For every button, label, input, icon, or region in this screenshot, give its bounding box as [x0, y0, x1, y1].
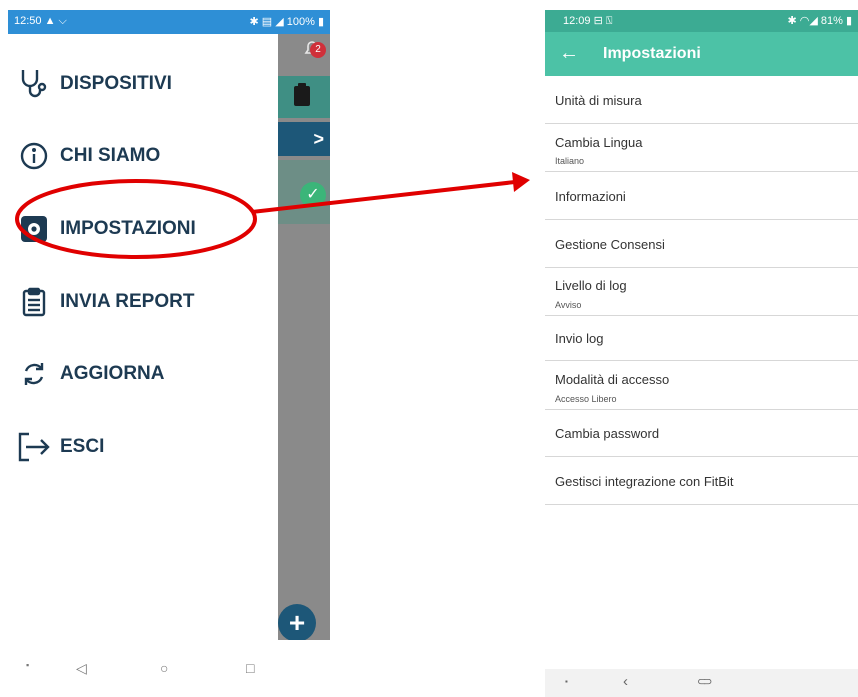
- system-navigation-bar: ▪ ‹ ⊂⊃: [545, 669, 858, 697]
- home-nav-button[interactable]: ⊂⊃: [697, 675, 713, 688]
- setting-informazioni[interactable]: Informazioni: [545, 172, 858, 220]
- setting-value: Avviso: [555, 300, 582, 310]
- notification-badge: 2: [310, 42, 326, 58]
- setting-title: Informazioni: [555, 189, 626, 204]
- setting-fitbit-integration[interactable]: Gestisci integrazione con FitBit: [545, 457, 858, 505]
- info-icon: [16, 138, 52, 174]
- status-indicators: ✱ ▤ ◢ 100% ▮: [249, 16, 324, 28]
- menu-item-esci[interactable]: ESCI: [16, 427, 104, 467]
- setting-invio-log[interactable]: Invio log: [545, 316, 858, 361]
- arrowhead-icon: [512, 172, 530, 192]
- app-bar: ← Impostazioni: [545, 32, 858, 76]
- setting-title: Cambia Lingua: [555, 135, 643, 150]
- back-nav-button[interactable]: ◁: [76, 660, 87, 677]
- menu-item-label: ESCI: [60, 436, 105, 457]
- setting-livello-di-log[interactable]: Livello di log Avviso: [545, 268, 858, 316]
- clipboard-icon[interactable]: [292, 82, 312, 108]
- home-nav-button[interactable]: ○: [160, 660, 168, 676]
- refresh-icon: [16, 356, 52, 392]
- right-phone-screen: 12:09 ⊟ ⍂ ✱ ◠◢ 81% ▮ ← Impostazioni Unit…: [545, 0, 858, 697]
- menu-item-impostazioni[interactable]: IMPOSTAZIONI: [16, 209, 196, 249]
- menu-item-label: IMPOSTAZIONI: [60, 218, 196, 239]
- setting-title: Gestisci integrazione con FitBit: [555, 474, 734, 489]
- chevron-right-icon[interactable]: >: [313, 129, 324, 150]
- setting-title: Unità di misura: [555, 93, 642, 108]
- add-button[interactable]: +: [278, 604, 316, 642]
- nav-dot: ▪: [565, 677, 568, 686]
- menu-item-invia-report[interactable]: INVIA REPORT: [16, 282, 194, 322]
- setting-modalita-di-accesso[interactable]: Modalità di accesso Accesso Libero: [545, 361, 858, 410]
- menu-item-label: AGGIORNA: [60, 363, 165, 384]
- system-navigation-bar: ▪ ◁ ○ □: [8, 640, 330, 697]
- menu-item-label: DISPOSITIVI: [60, 73, 172, 94]
- menu-item-label: CHI SIAMO: [60, 145, 161, 166]
- status-indicators: ✱ ◠◢ 81% ▮: [787, 15, 852, 27]
- logout-icon: [16, 429, 52, 465]
- menu-item-label: INVIA REPORT: [60, 291, 195, 312]
- menu-item-chi-siamo[interactable]: CHI SIAMO: [16, 136, 160, 176]
- recents-nav-button[interactable]: □: [246, 660, 254, 676]
- status-time: 12:09 ⊟ ⍂: [563, 15, 613, 27]
- setting-title: Gestione Consensi: [555, 237, 665, 252]
- background-app-content: 2 > ✓ +: [278, 34, 330, 642]
- menu-item-aggiorna[interactable]: AGGIORNA: [16, 354, 165, 394]
- left-phone-screen: 12:50 ▲ ⌵ ✱ ▤ ◢ 100% ▮ 2 > ✓ + DISPOSITI…: [8, 10, 330, 697]
- setting-cambia-lingua[interactable]: Cambia Lingua Italiano: [545, 124, 858, 172]
- navigation-drawer: DISPOSITIVI CHI SIAMO IMPOSTAZIONI INVIA…: [8, 34, 278, 640]
- check-icon: ✓: [300, 182, 326, 208]
- setting-title: Livello di log: [555, 278, 627, 293]
- clipboard-icon: [16, 284, 52, 320]
- setting-title: Invio log: [555, 331, 604, 346]
- setting-value: Accesso Libero: [555, 394, 617, 404]
- setting-unita-di-misura[interactable]: Unità di misura: [545, 76, 858, 124]
- status-bar: 12:09 ⊟ ⍂ ✱ ◠◢ 81% ▮: [545, 10, 858, 32]
- setting-title: Modalità di accesso: [555, 372, 670, 387]
- nav-dot: ▪: [26, 660, 30, 670]
- status-bar: 12:50 ▲ ⌵ ✱ ▤ ◢ 100% ▮: [8, 10, 330, 34]
- back-nav-button[interactable]: ‹: [623, 673, 628, 690]
- status-time: 12:50 ▲ ⌵: [14, 15, 67, 27]
- page-title: Impostazioni: [603, 45, 701, 62]
- setting-value: Italiano: [555, 156, 585, 166]
- setting-gestione-consensi[interactable]: Gestione Consensi: [545, 220, 858, 268]
- menu-item-dispositivi[interactable]: DISPOSITIVI: [16, 64, 172, 104]
- stethoscope-icon: [16, 66, 52, 102]
- back-arrow-icon[interactable]: ←: [559, 42, 579, 65]
- setting-title: Cambia password: [555, 426, 660, 441]
- setting-cambia-password[interactable]: Cambia password: [545, 410, 858, 457]
- gear-icon: [16, 211, 52, 247]
